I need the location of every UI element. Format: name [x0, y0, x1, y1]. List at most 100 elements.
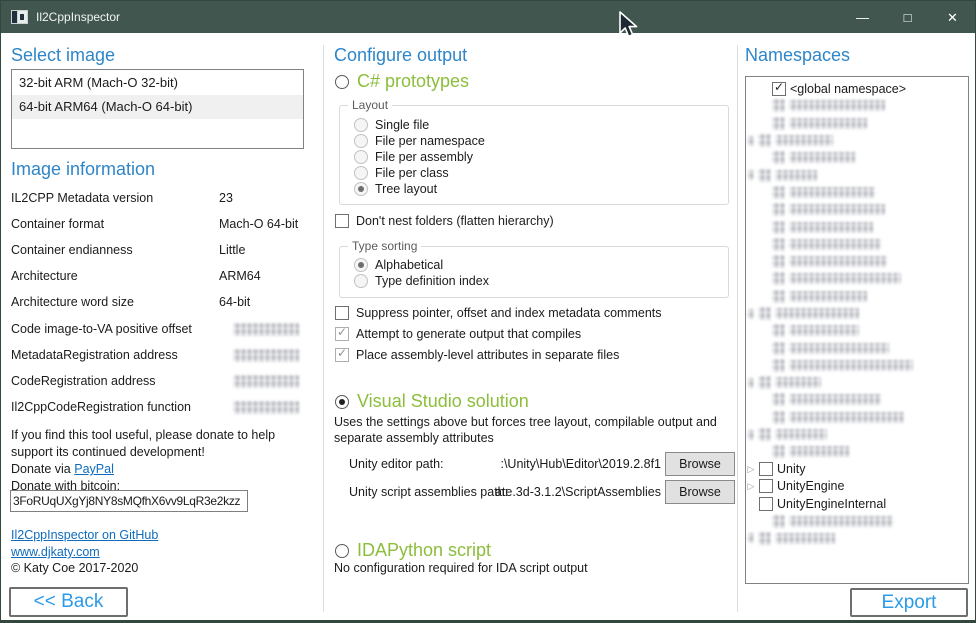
back-button[interactable]: << Back — [9, 587, 128, 617]
layout-option-tree-layout[interactable]: Tree layout — [354, 182, 437, 196]
visual-studio-solution-option[interactable]: Visual Studio solution — [335, 391, 529, 412]
browse-assemblies-path-button[interactable]: Browse — [665, 480, 735, 504]
tree-layout-radio[interactable] — [354, 182, 368, 196]
namespace-item-redacted[interactable] — [772, 201, 968, 218]
browse-editor-path-button[interactable]: Browse — [665, 452, 735, 476]
namespaces-tree[interactable]: ✓ <global namespace> ▷ Unity ▷ — [745, 76, 969, 584]
flatten-hierarchy-label: Don't nest folders (flatten hierarchy) — [356, 214, 554, 228]
namespace-item-redacted[interactable] — [772, 149, 968, 166]
unity-editor-path-value[interactable]: :\Unity\Hub\Editor\2019.2.8f1 — [421, 457, 661, 471]
idapython-script-label: IDAPython script — [357, 540, 491, 561]
info-label: IL2CPP Metadata version — [11, 191, 153, 205]
namespace-item-redacted[interactable] — [747, 132, 968, 149]
namespace-item-redacted[interactable] — [772, 218, 968, 235]
namespace-item-redacted[interactable] — [772, 512, 968, 529]
close-button[interactable]: ✕ — [930, 1, 975, 33]
namespace-item-redacted[interactable] — [772, 288, 968, 305]
file-per-class-label: File per class — [375, 166, 449, 180]
namespace-item-redacted[interactable] — [747, 374, 968, 391]
namespace-item-unityengineinternal[interactable]: UnityEngineInternal — [747, 495, 968, 512]
namespace-item-redacted[interactable] — [772, 391, 968, 408]
global-namespace-checkbox[interactable]: ✓ — [772, 82, 786, 96]
alphabetical-radio[interactable] — [354, 258, 368, 272]
file-per-assembly-radio[interactable] — [354, 150, 368, 164]
csharp-prototypes-radio[interactable] — [335, 75, 349, 89]
layout-option-single-file[interactable]: Single file — [354, 118, 429, 132]
image-listbox[interactable]: 32-bit ARM (Mach-O 32-bit) 64-bit ARM64 … — [11, 69, 304, 149]
namespace-item-redacted[interactable] — [772, 322, 968, 339]
separate-attributes-label: Place assembly-level attributes in separ… — [356, 348, 619, 362]
export-button[interactable]: Export — [850, 588, 968, 617]
tree-layout-label: Tree layout — [375, 182, 437, 196]
file-per-namespace-radio[interactable] — [354, 134, 368, 148]
info-value: ARM64 — [219, 269, 261, 283]
image-list-item-selected[interactable]: 64-bit ARM64 (Mach-O 64-bit) — [12, 95, 303, 119]
single-file-radio[interactable] — [354, 118, 368, 132]
flatten-hierarchy-checkbox[interactable] — [335, 214, 349, 228]
unityengine-checkbox[interactable] — [759, 479, 773, 493]
namespace-item-redacted[interactable] — [747, 530, 968, 547]
suppress-comments-option[interactable]: Suppress pointer, offset and index metad… — [335, 306, 662, 320]
single-file-label: Single file — [375, 118, 429, 132]
layout-option-file-per-assembly[interactable]: File per assembly — [354, 150, 473, 164]
file-per-class-radio[interactable] — [354, 166, 368, 180]
separate-attributes-option[interactable]: ✓ Place assembly-level attributes in sep… — [335, 348, 619, 362]
layout-option-file-per-class[interactable]: File per class — [354, 166, 449, 180]
alphabetical-label: Alphabetical — [375, 258, 443, 272]
donate-text-line2: support its continued development! — [11, 445, 205, 459]
idapython-script-radio[interactable] — [335, 544, 349, 558]
namespace-item-redacted[interactable] — [772, 236, 968, 253]
github-link[interactable]: Il2CppInspector on GitHub — [11, 528, 158, 542]
csharp-prototypes-option[interactable]: C# prototypes — [335, 71, 469, 92]
info-value-redacted — [233, 375, 299, 388]
select-image-heading: Select image — [11, 45, 115, 66]
info-label: Il2CppCodeRegistration function — [11, 400, 191, 414]
info-value-redacted — [233, 323, 299, 336]
namespace-item-unity[interactable]: ▷ Unity — [747, 461, 968, 478]
visual-studio-solution-label: Visual Studio solution — [357, 391, 529, 412]
unity-checkbox[interactable] — [759, 462, 773, 476]
titlebar[interactable]: Il2CppInspector — □ ✕ — [1, 1, 975, 33]
expander-icon[interactable]: ▷ — [747, 482, 755, 491]
namespace-item-redacted[interactable] — [747, 305, 968, 322]
flatten-hierarchy-option[interactable]: Don't nest folders (flatten hierarchy) — [335, 214, 554, 228]
unityengineinternal-label: UnityEngineInternal — [777, 497, 886, 511]
namespace-item-redacted[interactable] — [747, 166, 968, 183]
paypal-link[interactable]: PayPal — [74, 462, 114, 476]
type-definition-index-radio[interactable] — [354, 274, 368, 288]
namespace-item-redacted[interactable] — [772, 184, 968, 201]
namespace-item-redacted[interactable] — [747, 426, 968, 443]
namespace-item-redacted[interactable] — [772, 270, 968, 287]
vs-description-line2: separate assembly attributes — [334, 431, 494, 445]
namespace-item-redacted[interactable] — [772, 97, 968, 114]
unityengineinternal-checkbox[interactable] — [759, 497, 773, 511]
info-label: Architecture word size — [11, 295, 134, 309]
donate-via-label: Donate via — [11, 462, 74, 476]
namespace-item-redacted[interactable] — [772, 357, 968, 374]
compilable-output-option[interactable]: ✓ Attempt to generate output that compil… — [335, 327, 581, 341]
separate-attributes-checkbox[interactable]: ✓ — [335, 348, 349, 362]
donate-text-line1: If you find this tool useful, please don… — [11, 428, 275, 442]
maximize-button[interactable]: □ — [885, 1, 930, 33]
namespace-item-redacted[interactable] — [772, 253, 968, 270]
image-list-item[interactable]: 32-bit ARM (Mach-O 32-bit) — [12, 71, 303, 95]
sorting-option-alphabetical[interactable]: Alphabetical — [354, 258, 443, 272]
bitcoin-address-input[interactable] — [10, 490, 248, 512]
namespace-item-redacted[interactable] — [772, 339, 968, 356]
namespace-item-unityengine[interactable]: ▷ UnityEngine — [747, 478, 968, 495]
expander-icon[interactable]: ▷ — [747, 465, 755, 474]
idapython-script-option[interactable]: IDAPython script — [335, 540, 491, 561]
unity-assemblies-path-value[interactable]: ate.3d-3.1.2\ScriptAssemblies — [421, 485, 661, 499]
namespace-item-redacted[interactable] — [772, 409, 968, 426]
suppress-comments-checkbox[interactable] — [335, 306, 349, 320]
namespace-item-redacted[interactable] — [772, 115, 968, 132]
layout-option-file-per-namespace[interactable]: File per namespace — [354, 134, 485, 148]
check-icon: ✓ — [337, 347, 347, 359]
namespace-item-global[interactable]: ✓ <global namespace> — [772, 80, 968, 97]
visual-studio-solution-radio[interactable] — [335, 395, 349, 409]
website-link[interactable]: www.djkaty.com — [11, 545, 100, 559]
namespace-item-redacted[interactable] — [772, 443, 968, 460]
minimize-button[interactable]: — — [840, 1, 885, 33]
sorting-option-type-definition-index[interactable]: Type definition index — [354, 274, 489, 288]
compilable-output-checkbox[interactable]: ✓ — [335, 327, 349, 341]
